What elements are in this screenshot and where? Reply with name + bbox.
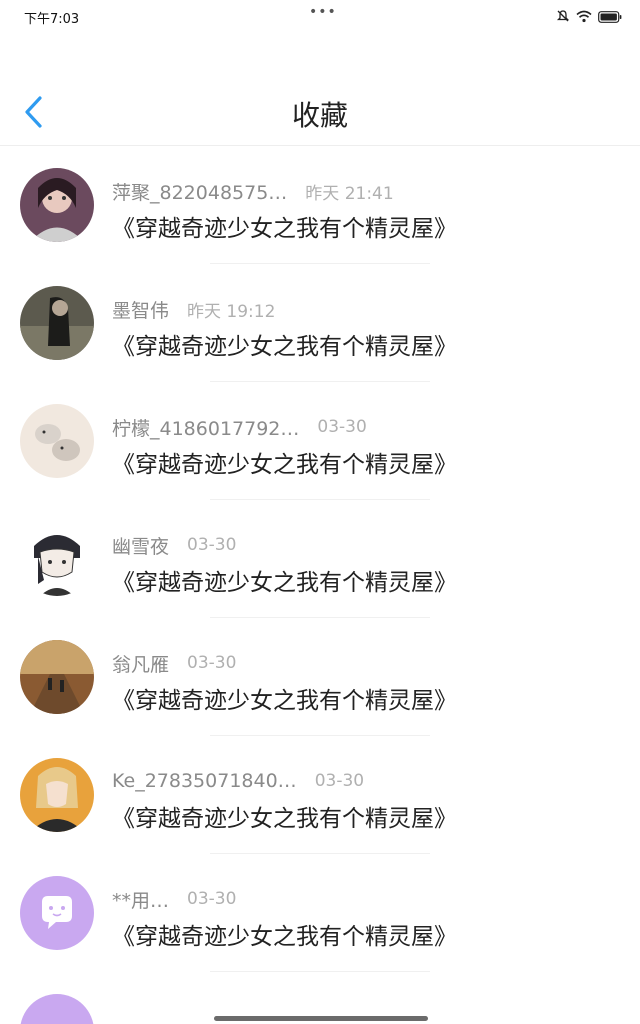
avatar — [20, 168, 94, 242]
username: 墨智伟 — [112, 299, 170, 322]
list-item[interactable]: 墨智伟 昨天 19:12 《穿越奇迹少女之我有个精灵屋》 — [0, 264, 640, 382]
list-item[interactable]: 翁凡雁 03-30 《穿越奇迹少女之我有个精灵屋》 — [0, 618, 640, 736]
timestamp: 03-30 — [317, 417, 367, 437]
wifi-icon — [576, 8, 592, 27]
list-item[interactable]: 柠檬_4186017792… 03-30 《穿越奇迹少女之我有个精灵屋》 — [0, 382, 640, 500]
battery-icon — [598, 8, 622, 27]
timestamp: 昨天 21:41 — [305, 183, 394, 204]
list-item[interactable]: 幽雪夜 03-30 《穿越奇迹少女之我有个精灵屋》 — [0, 500, 640, 618]
avatar — [20, 404, 94, 478]
home-indicator[interactable] — [214, 1016, 428, 1021]
avatar — [20, 640, 94, 714]
book-title: 《穿越奇迹少女之我有个精灵屋》 — [112, 924, 457, 950]
avatar — [20, 522, 94, 596]
username: 幽雪夜 — [112, 535, 170, 558]
timestamp: 03-30 — [187, 889, 237, 909]
avatar — [20, 758, 94, 832]
timestamp: 03-30 — [187, 535, 237, 555]
timestamp: 03-30 — [314, 771, 365, 791]
avatar — [20, 994, 94, 1024]
timestamp: 昨天 19:12 — [187, 301, 276, 322]
list-item[interactable]: **用… 03-30 《穿越奇迹少女之我有个精灵屋》 — [0, 854, 640, 972]
username: **用… — [112, 889, 170, 912]
book-title: 《穿越奇迹少女之我有个精灵屋》 — [112, 688, 457, 714]
book-title: 《穿越奇迹少女之我有个精灵屋》 — [112, 570, 457, 596]
status-time: 下午7:03 — [24, 12, 80, 27]
page-title: 收藏 — [291, 99, 348, 132]
book-title: 《穿越奇迹少女之我有个精灵屋》 — [112, 452, 457, 478]
username: 翁凡雁 — [112, 653, 170, 676]
username: 柠檬_4186017792… — [112, 417, 300, 440]
avatar — [20, 876, 94, 950]
username: 萍聚_822048575… — [112, 181, 288, 204]
book-title: 《穿越奇迹少女之我有个精灵屋》 — [112, 334, 457, 360]
list-item[interactable]: 萍聚_822048575… 昨天 21:41 《穿越奇迹少女之我有个精灵屋》 — [0, 146, 640, 264]
book-title: 《穿越奇迹少女之我有个精灵屋》 — [112, 216, 457, 242]
mute-icon — [556, 8, 570, 27]
username: Ke_27835071840… — [112, 770, 297, 792]
avatar — [20, 286, 94, 360]
status-bar: 下午7:03 ••• — [0, 0, 640, 32]
nav-header: 收藏 — [0, 32, 640, 146]
status-icons — [556, 8, 622, 27]
multitask-dots[interactable]: ••• — [309, 4, 337, 20]
list-item[interactable]: Ke_27835071840… 03-30 《穿越奇迹少女之我有个精灵屋》 — [0, 736, 640, 854]
timestamp: 03-30 — [187, 653, 237, 673]
book-title: 《穿越奇迹少女之我有个精灵屋》 — [112, 806, 457, 832]
